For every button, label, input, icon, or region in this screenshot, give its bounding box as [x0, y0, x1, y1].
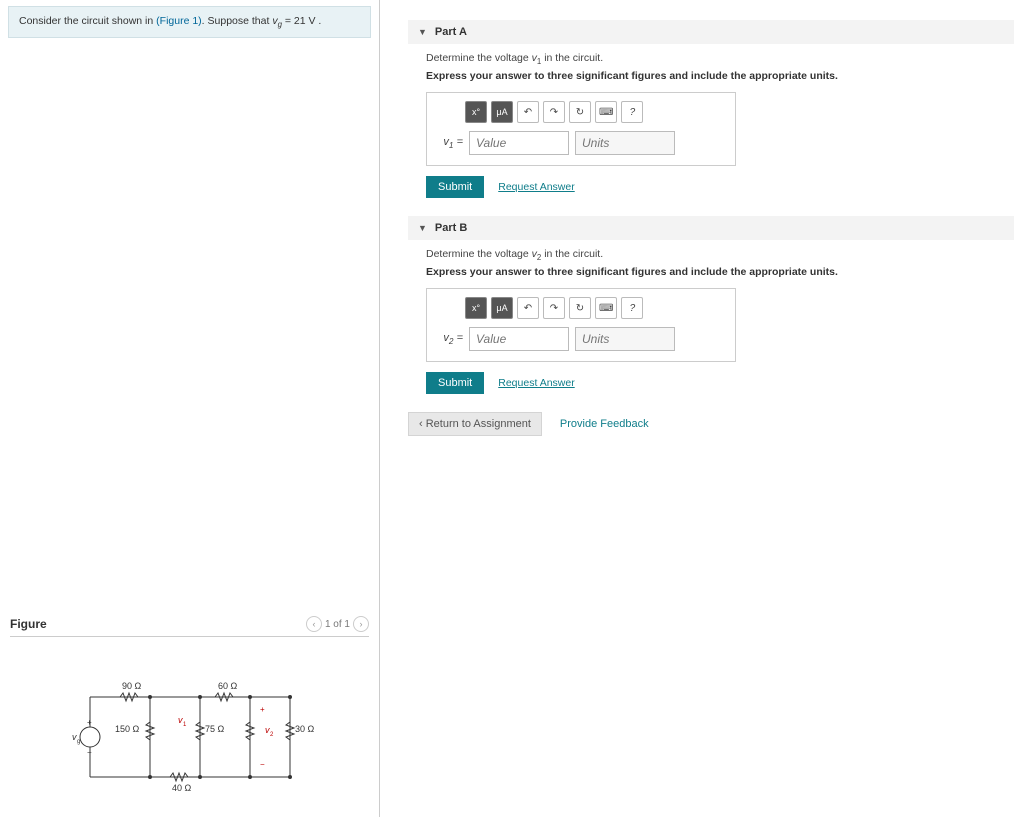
svg-text:2: 2 [270, 732, 274, 738]
value-input-a[interactable] [469, 131, 569, 155]
request-answer-link-b[interactable]: Request Answer [498, 377, 574, 389]
part-b: ▼ Part B Determine the voltage v2 in the… [408, 216, 1014, 394]
svg-text:90 Ω: 90 Ω [122, 681, 142, 691]
part-title: Part A [435, 26, 467, 38]
problem-statement: Consider the circuit shown in (Figure 1)… [8, 6, 371, 38]
units-input-a[interactable] [575, 131, 675, 155]
keyboard-button[interactable]: ⌨ [595, 101, 617, 123]
return-to-assignment-button[interactable]: ‹ Return to Assignment [408, 412, 542, 436]
provide-feedback-link[interactable]: Provide Feedback [560, 418, 649, 430]
caret-down-icon: ▼ [418, 27, 427, 37]
units-input-b[interactable] [575, 327, 675, 351]
part-a-header[interactable]: ▼ Part A [408, 20, 1014, 44]
templates-button[interactable]: x° [465, 297, 487, 319]
part-b-header[interactable]: ▼ Part B [408, 216, 1014, 240]
svg-text:75 Ω: 75 Ω [205, 724, 225, 734]
value-input-b[interactable] [469, 327, 569, 351]
problem-text-prefix: Consider the circuit shown in [19, 15, 156, 27]
redo-button[interactable]: ↷ [543, 101, 565, 123]
help-button[interactable]: ? [621, 101, 643, 123]
request-answer-link-a[interactable]: Request Answer [498, 181, 574, 193]
svg-text:g: g [77, 739, 80, 745]
problem-equals: = 21 V . [282, 15, 321, 27]
svg-text:1: 1 [183, 722, 187, 728]
undo-button[interactable]: ↶ [517, 101, 539, 123]
caret-down-icon: ▼ [418, 223, 427, 233]
part-a-question: Determine the voltage v1 in the circuit. [426, 52, 1014, 66]
pager-prev-button[interactable]: ‹ [306, 616, 322, 632]
figure-link[interactable]: (Figure 1) [156, 15, 202, 27]
svg-text:+: + [260, 705, 265, 714]
figure-section: Figure ‹ 1 of 1 › [0, 612, 379, 817]
svg-text:150 Ω: 150 Ω [115, 724, 140, 734]
units-button[interactable]: μA [491, 101, 513, 123]
part-b-instruction: Express your answer to three significant… [426, 266, 1014, 278]
circuit-diagram: vg + − 90 Ω 60 Ω 150 Ω 75 Ω 30 Ω 40 Ω v1… [60, 667, 320, 807]
var-label-a: v1 = [437, 136, 463, 150]
part-a: ▼ Part A Determine the voltage v1 in the… [408, 20, 1014, 198]
figure-title: Figure [10, 617, 47, 631]
reset-button[interactable]: ↻ [569, 101, 591, 123]
svg-text:40 Ω: 40 Ω [172, 783, 192, 793]
redo-button[interactable]: ↷ [543, 297, 565, 319]
svg-text:30 Ω: 30 Ω [295, 724, 315, 734]
units-button[interactable]: μA [491, 297, 513, 319]
help-button[interactable]: ? [621, 297, 643, 319]
answer-box-a: x° μA ↶ ↷ ↻ ⌨ ? v1 = [426, 92, 736, 166]
svg-text:−: − [260, 760, 265, 769]
part-a-instruction: Express your answer to three significant… [426, 70, 1014, 82]
part-title: Part B [435, 222, 467, 234]
submit-button-b[interactable]: Submit [426, 372, 484, 394]
reset-button[interactable]: ↻ [569, 297, 591, 319]
problem-text-suffix: . Suppose that [202, 15, 273, 27]
part-b-question: Determine the voltage v2 in the circuit. [426, 248, 1014, 262]
chevron-left-icon: ‹ [419, 418, 423, 430]
var-label-b: v2 = [437, 332, 463, 346]
submit-button-a[interactable]: Submit [426, 176, 484, 198]
pager-label: 1 of 1 [325, 619, 350, 630]
pager-next-button[interactable]: › [353, 616, 369, 632]
figure-pager: ‹ 1 of 1 › [306, 616, 369, 632]
undo-button[interactable]: ↶ [517, 297, 539, 319]
keyboard-button[interactable]: ⌨ [595, 297, 617, 319]
svg-text:60 Ω: 60 Ω [218, 681, 238, 691]
svg-text:+: + [87, 718, 92, 727]
svg-text:−: − [87, 748, 92, 757]
templates-button[interactable]: x° [465, 101, 487, 123]
answer-box-b: x° μA ↶ ↷ ↻ ⌨ ? v2 = [426, 288, 736, 362]
